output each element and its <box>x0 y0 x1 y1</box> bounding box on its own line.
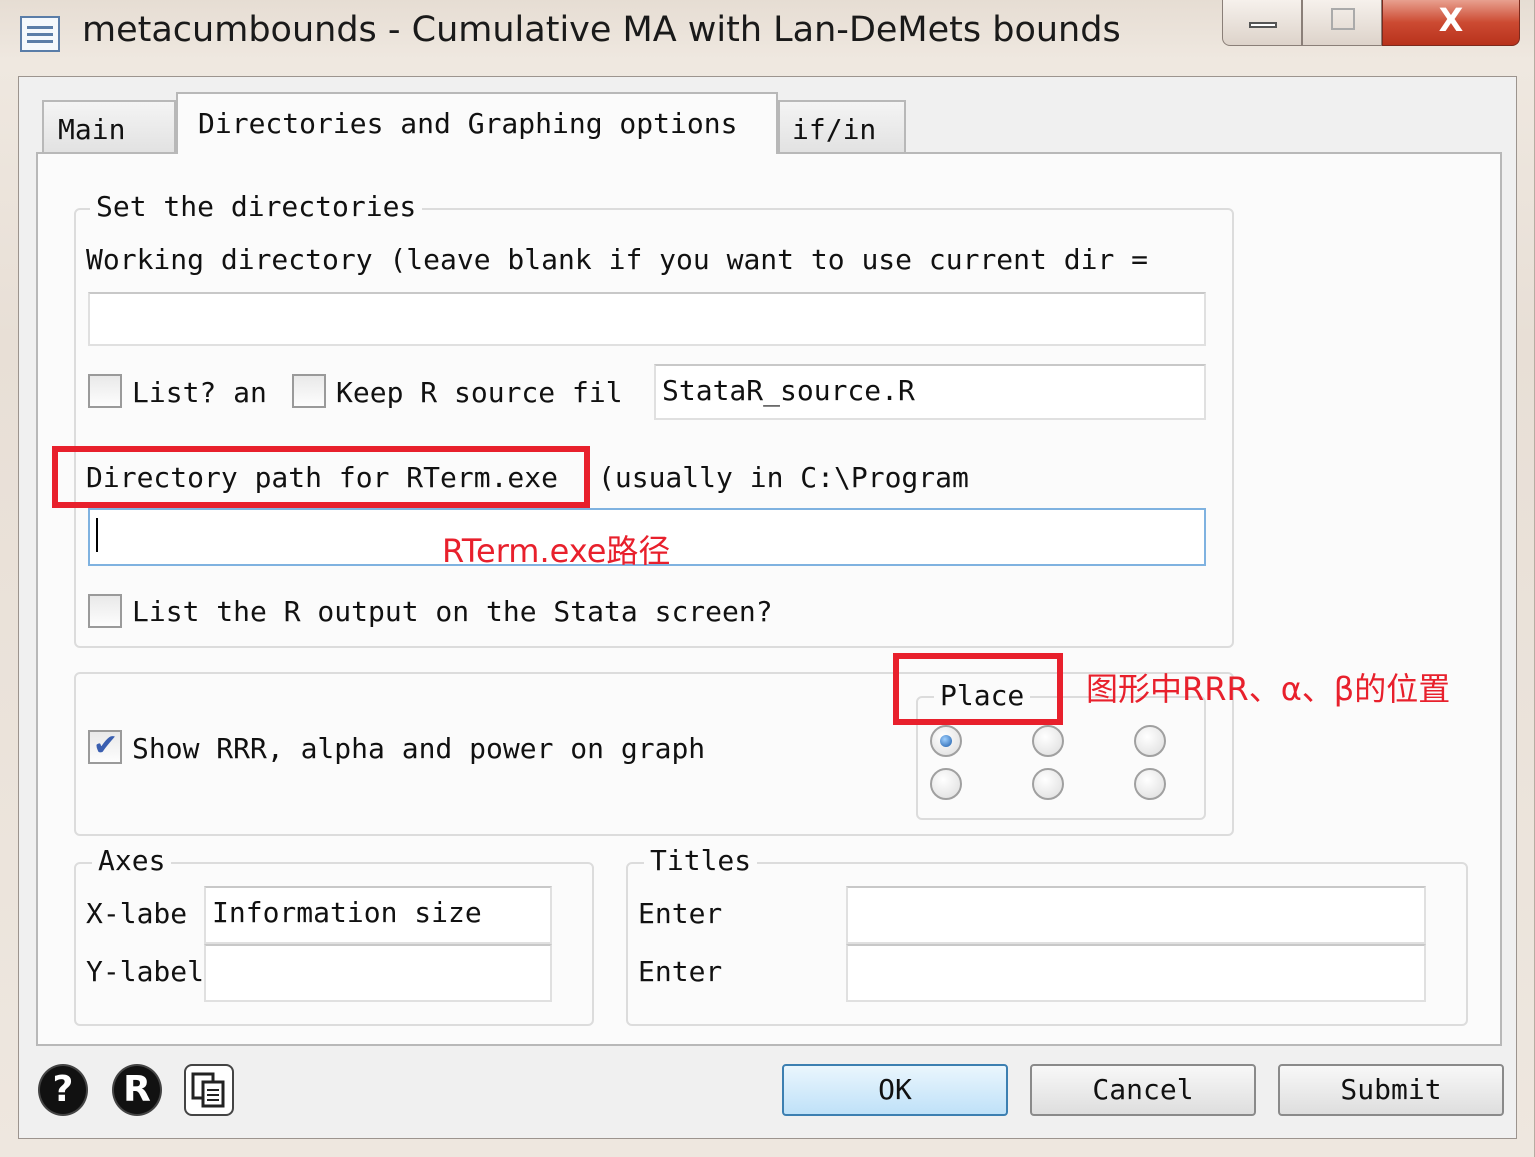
window-title: metacumbounds - Cumulative MA with Lan-D… <box>82 10 1121 50</box>
ok-button[interactable]: OK <box>782 1064 1008 1116</box>
dialog-window: metacumbounds - Cumulative MA with Lan-D… <box>0 0 1535 1157</box>
app-icon <box>20 16 60 52</box>
help-button[interactable]: ? <box>38 1064 88 1116</box>
directories-group-label: Set the directories <box>90 190 423 223</box>
text-cursor <box>96 518 98 552</box>
keep-source-label: Keep R source fil <box>336 376 623 409</box>
show-rrr-label: Show RRR, alpha and power on graph <box>132 732 706 765</box>
minimize-button[interactable] <box>1222 0 1302 46</box>
annotation-box-place <box>893 653 1063 725</box>
ylabel-label: Y-label <box>86 955 205 988</box>
maximize-icon <box>1331 8 1355 30</box>
list-output-label: List the R output on the Stata screen? <box>132 595 773 628</box>
list-label: List? an <box>132 376 267 409</box>
help-icon: ? <box>52 1069 74 1110</box>
working-dir-label: Working directory (leave blank if you wa… <box>86 243 1149 276</box>
titles-group-label: Titles <box>644 844 758 877</box>
list-output-checkbox[interactable] <box>88 594 122 628</box>
xlabel-input[interactable]: Information size <box>204 886 552 944</box>
keep-source-checkbox[interactable] <box>292 374 326 408</box>
tab-if-in[interactable]: if/in <box>778 100 906 152</box>
source-file-input[interactable]: StataR_source.R <box>654 364 1206 420</box>
copy-icon <box>191 1072 225 1108</box>
submit-button[interactable]: Submit <box>1278 1064 1504 1116</box>
cancel-button[interactable]: Cancel <box>1030 1064 1256 1116</box>
tab-main[interactable]: Main <box>42 100 176 152</box>
list-checkbox[interactable] <box>88 374 122 408</box>
copy-command-button[interactable] <box>184 1064 234 1116</box>
reset-icon: R <box>123 1069 151 1110</box>
place-radio-1[interactable] <box>930 725 962 757</box>
title2-input[interactable] <box>846 944 1426 1002</box>
close-button[interactable]: X <box>1382 0 1520 46</box>
place-radio-4[interactable] <box>930 768 962 800</box>
axes-group-label: Axes <box>92 844 172 877</box>
ylabel-input[interactable] <box>204 944 552 1002</box>
annotation-place-note: 图形中RRR、α、β的位置 <box>1086 670 1451 708</box>
show-rrr-checkbox[interactable] <box>88 728 122 764</box>
xlabel-label: X-labe <box>86 897 188 930</box>
annotation-rterm-note: RTerm.exe路径 <box>442 532 671 570</box>
title1-input[interactable] <box>846 886 1426 944</box>
title2-label: Enter <box>638 955 723 988</box>
title1-label: Enter <box>638 897 723 930</box>
title-bar[interactable]: metacumbounds - Cumulative MA with Lan-D… <box>0 0 1535 70</box>
place-radio-3[interactable] <box>1134 725 1166 757</box>
reset-button[interactable]: R <box>112 1064 162 1116</box>
maximize-button <box>1302 0 1382 46</box>
place-radio-5[interactable] <box>1032 768 1064 800</box>
minimize-icon <box>1249 22 1277 28</box>
working-dir-input[interactable] <box>88 292 1206 346</box>
place-radio-6[interactable] <box>1134 768 1166 800</box>
place-radio-2[interactable] <box>1032 725 1064 757</box>
rterm-label-cont: (usually in C:\Program <box>598 461 969 494</box>
tab-directories-and-graphing[interactable]: Directories and Graphing options <box>176 92 778 154</box>
annotation-box-rterm <box>52 446 590 508</box>
